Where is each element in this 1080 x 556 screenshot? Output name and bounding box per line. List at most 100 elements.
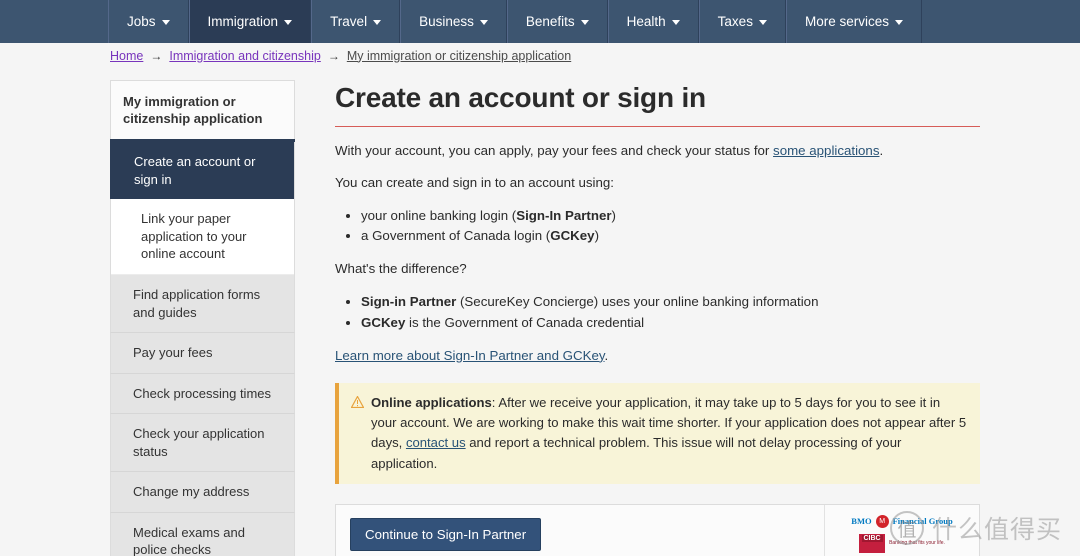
list-item-text: ) [611,207,616,223]
list-item: your online banking login (Sign-In Partn… [361,206,980,226]
sidebar-item-label: Medical exams and police checks [133,524,245,556]
create-lead-paragraph: You can create and sign in to an account… [335,175,614,191]
breadcrumb: Home → Immigration and citizenship → My … [0,43,1080,68]
nav-item-immigration[interactable]: Immigration [188,0,312,43]
cibc-logo: CIBC Banking that fits your life. [859,533,945,554]
sidebar-item-label: Check processing times [133,385,271,401]
sidebar-item-label: Pay your fees [133,345,213,361]
cibc-mark-icon: CIBC [859,533,886,553]
sidebar: My immigration or citizenship applicatio… [110,80,295,556]
list-item-bold: Sign-In Partner [516,207,612,223]
main-content: Create an account or sign in With your a… [295,68,1080,556]
list-item-bold: Sign-in Partner [361,293,457,309]
top-navigation-bar: Jobs Immigration Travel Business Benefits Hea… [0,0,1080,43]
breadcrumb-item-my-application[interactable]: My immigration or citizenship applicatio… [347,49,571,63]
sidebar-item-create-an-account-or-sign-in[interactable]: Create an account or sign in [110,142,294,200]
chevron-down-icon [479,20,488,25]
sidebar-item-label: Link your paper application to your onli… [141,211,247,262]
breadcrumb-arrow-icon: → [150,48,163,63]
chevron-down-icon [373,20,382,25]
learn-more-after: . [604,347,609,363]
nav-item-health[interactable]: Health [607,0,699,43]
list-item: Sign-in Partner (SecureKey Concierge) us… [361,292,980,312]
sidebar-item-label: Change my address [133,484,250,500]
contact-us-link[interactable]: contact us [406,435,466,450]
sidebar-item-check-processing-times[interactable]: Check processing times [110,373,295,415]
nav-item-more-services[interactable]: More services [785,0,922,43]
alert-bold-label: Online applications [371,394,492,410]
nav-item-jobs[interactable]: Jobs [108,0,189,43]
nav-item-label: Health [626,14,666,29]
nav-right-spacer [921,0,1080,43]
sidebar-item-find-application-forms-and-guides[interactable]: Find application forms and guides [110,274,295,334]
list-item: GCKey is the Government of Canada creden… [361,313,980,333]
sidebar-item-check-your-application-status[interactable]: Check your application status [110,414,295,473]
online-applications-alert: Online applications: After we receive yo… [335,382,980,484]
bmo-prefix: BMO [851,516,872,527]
intro-text-before: With your account, you can apply, pay yo… [335,143,774,158]
sidebar-header: My immigration or citizenship applicatio… [110,80,295,140]
nav-item-benefits[interactable]: Benefits [506,0,608,43]
nav-item-taxes[interactable]: Taxes [698,0,786,43]
nav-item-label: Jobs [127,14,156,29]
chevron-down-icon [284,20,293,25]
nav-item-label: Business [419,14,474,29]
breadcrumb-item-immigration-and-citizenship[interactable]: Immigration and citizenship [169,49,320,63]
bmo-logo: BMO M Financial Group [851,513,953,530]
some-applications-link[interactable]: some applications [773,143,879,158]
sidebar-item-label: Find application forms and guides [133,286,261,320]
nav-items: Jobs Immigration Travel Business Benefits Hea… [108,0,922,43]
learn-more-paragraph: Learn more about Sign-In Partner and GCK… [335,346,980,365]
sidebar-item-pay-your-fees[interactable]: Pay your fees [110,333,295,374]
sign-in-partner-left: Continue to Sign-In Partner Use the same… [336,505,824,556]
intro-paragraph: With your account, you can apply, pay yo… [335,141,980,160]
difference-list: Sign-in Partner (SecureKey Concierge) us… [335,292,980,333]
chevron-down-icon [671,20,680,25]
sidebar-item-label: Create an account or sign in [134,154,256,187]
list-item-text: a Government of Canada login ( [361,228,551,244]
list-item-text: your online banking login ( [361,207,517,223]
intro-text-after: . [879,143,884,158]
learn-more-link[interactable]: Learn more about Sign-In Partner and GCK… [335,348,605,363]
bmo-suffix: Financial Group [892,516,953,527]
alert-text: Online applications: After we receive yo… [371,393,968,474]
sign-in-partner-panel: Continue to Sign-In Partner Use the same… [335,503,980,556]
list-item-bold: GCKey [550,228,595,244]
chevron-down-icon [894,20,903,25]
chevron-down-icon [758,20,767,25]
warning-triangle-icon [350,395,365,474]
sidebar-item-link-your-paper-application-to-your-online-account[interactable]: Link your paper application to your onli… [111,199,294,275]
page-body: My immigration or citizenship applicatio… [0,68,1080,556]
list-item: a Government of Canada login (GCKey) [361,226,980,246]
nav-item-label: Immigration [207,14,279,29]
nav-item-travel[interactable]: Travel [311,0,401,43]
list-item-text: ) [594,228,600,244]
chevron-down-icon [580,20,589,25]
list-item-bold: GCKey [361,314,406,330]
nav-item-label: More services [804,14,889,29]
sidebar-item-change-my-address[interactable]: Change my address [110,472,295,513]
partner-logos: BMO M Financial Group CIBC Banking that … [824,504,979,556]
sidebar-current-section: Create an account or sign in Link your pa… [110,142,295,275]
title-underline [335,126,980,127]
cibc-mark-text: CIBC [861,534,883,542]
sidebar-item-label: Check your application status [133,426,265,459]
cibc-tagline: Banking that fits your life. [889,540,945,547]
login-method-list: your online banking login (Sign-In Partn… [335,206,980,247]
breadcrumb-item-home[interactable]: Home [110,49,143,63]
breadcrumb-arrow-icon: → [327,48,340,63]
nav-item-business[interactable]: Business [400,0,507,43]
nav-item-label: Travel [330,14,368,29]
list-item-text: is the Government of Canada credential [405,314,645,330]
list-item-text: (SecureKey Concierge) uses your online b… [456,293,819,309]
nav-item-label: Taxes [717,14,753,29]
difference-lead-paragraph: What's the difference? [335,261,467,277]
sidebar-list: Create an account or sign in Link your pa… [110,142,295,556]
bmo-roundel-icon: M [875,514,889,528]
chevron-down-icon [161,20,170,25]
page-title: Create an account or sign in [335,82,706,113]
sidebar-item-medical-exams-and-police-checks[interactable]: Medical exams and police checks [110,512,295,556]
nav-item-label: Benefits [525,14,575,29]
nav-left-spacer [0,0,108,43]
continue-to-sign-in-partner-button[interactable]: Continue to Sign-In Partner [350,517,542,551]
